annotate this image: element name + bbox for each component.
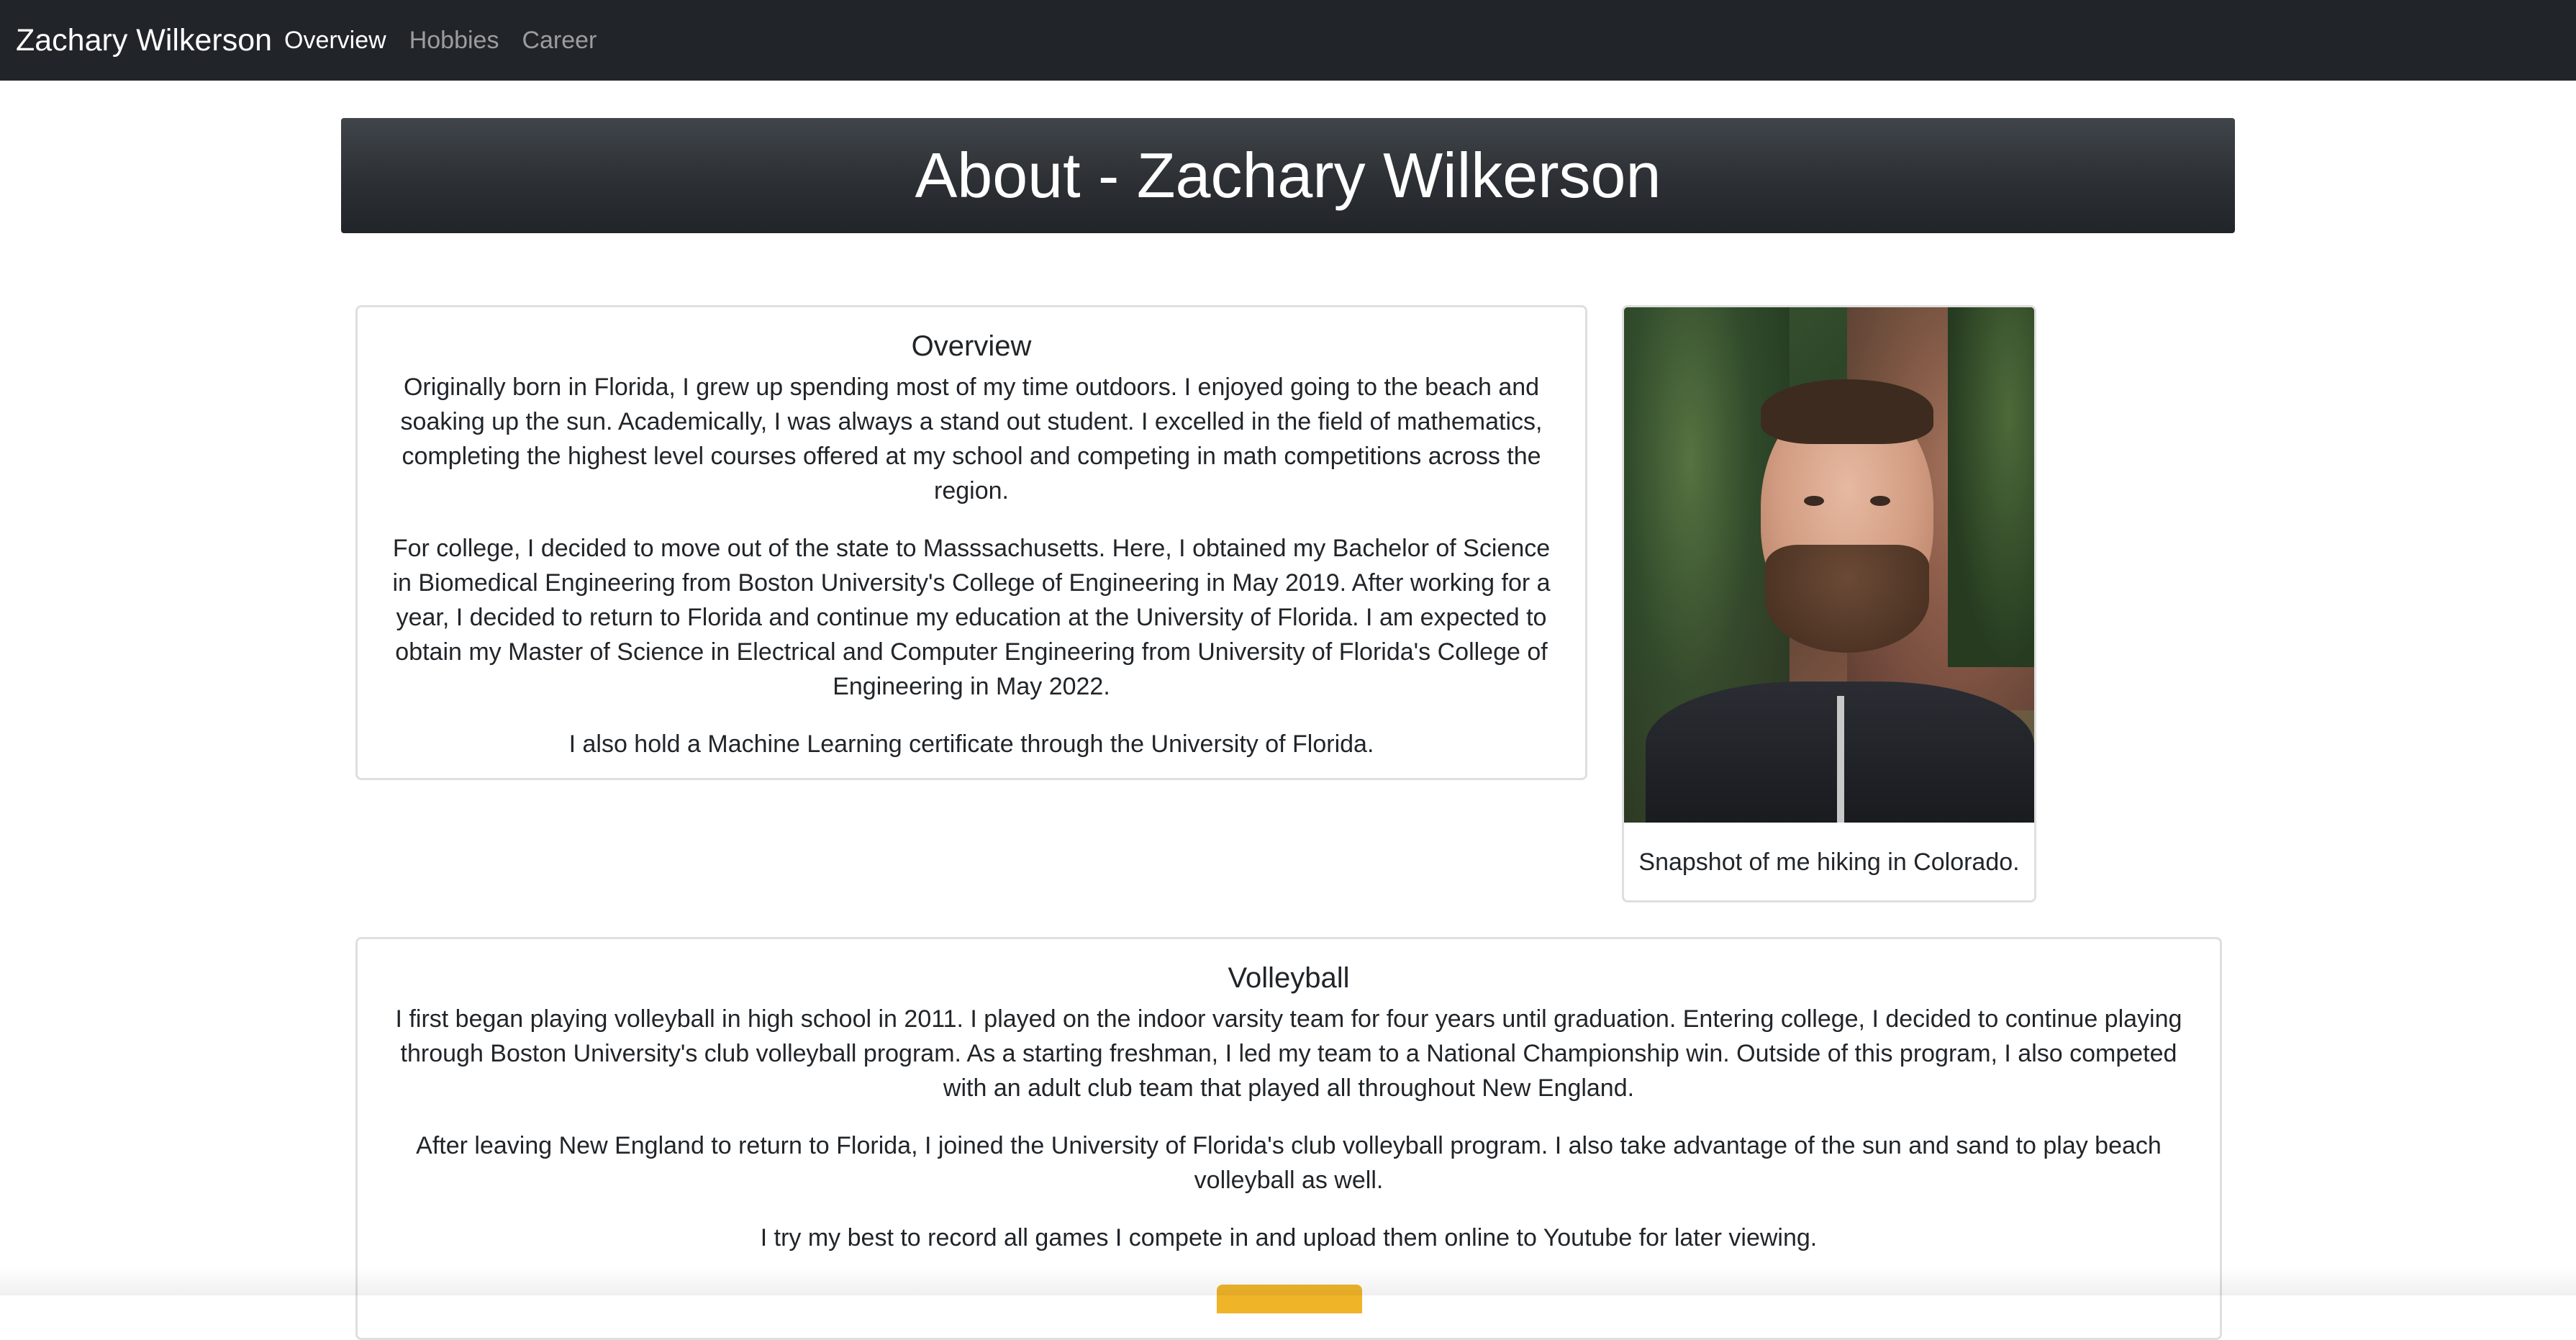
volleyball-paragraph-3: I try my best to record all games I comp… — [760, 1224, 1818, 1251]
photo-hair — [1761, 379, 1933, 444]
navbar-brand[interactable]: Zachary Wilkerson — [16, 0, 272, 81]
volleyball-heading: Volleyball — [1228, 962, 1350, 994]
photo-tree — [1948, 307, 2034, 667]
photo-eye-right — [1870, 496, 1890, 506]
photo-eye-left — [1804, 496, 1824, 506]
nav-link-hobbies[interactable]: Hobbies — [409, 27, 499, 55]
photo-card: Snapshot of me hiking in Colorado. — [1622, 305, 2036, 902]
nav-link-career[interactable]: Career — [522, 27, 597, 55]
photo-caption: Snapshot of me hiking in Colorado. — [1638, 848, 2020, 876]
photo-beard — [1765, 545, 1929, 653]
nav-links: Overview Hobbies Career — [284, 0, 620, 81]
page-title: About - Zachary Wilkerson — [915, 140, 1661, 211]
bottom-fade — [0, 1267, 2576, 1295]
overview-paragraph-3: I also hold a Machine Learning certifica… — [568, 730, 1374, 758]
overview-card: Overview Originally born in Florida, I g… — [355, 305, 1587, 780]
overview-heading: Overview — [911, 330, 1032, 362]
overview-paragraph-1: Originally born in Florida, I grew up sp… — [400, 374, 1543, 504]
navbar: Zachary Wilkerson Overview Hobbies Caree… — [0, 0, 2576, 81]
nav-link-overview[interactable]: Overview — [284, 27, 386, 55]
hero-banner: About - Zachary Wilkerson — [341, 118, 2235, 233]
volleyball-paragraph-1: I first began playing volleyball in high… — [395, 1005, 2182, 1102]
photo-zipper — [1837, 696, 1844, 823]
profile-photo — [1624, 307, 2034, 823]
volleyball-paragraph-2: After leaving New England to return to F… — [416, 1132, 2162, 1194]
overview-paragraph-2: For college, I decided to move out of th… — [392, 535, 1551, 700]
